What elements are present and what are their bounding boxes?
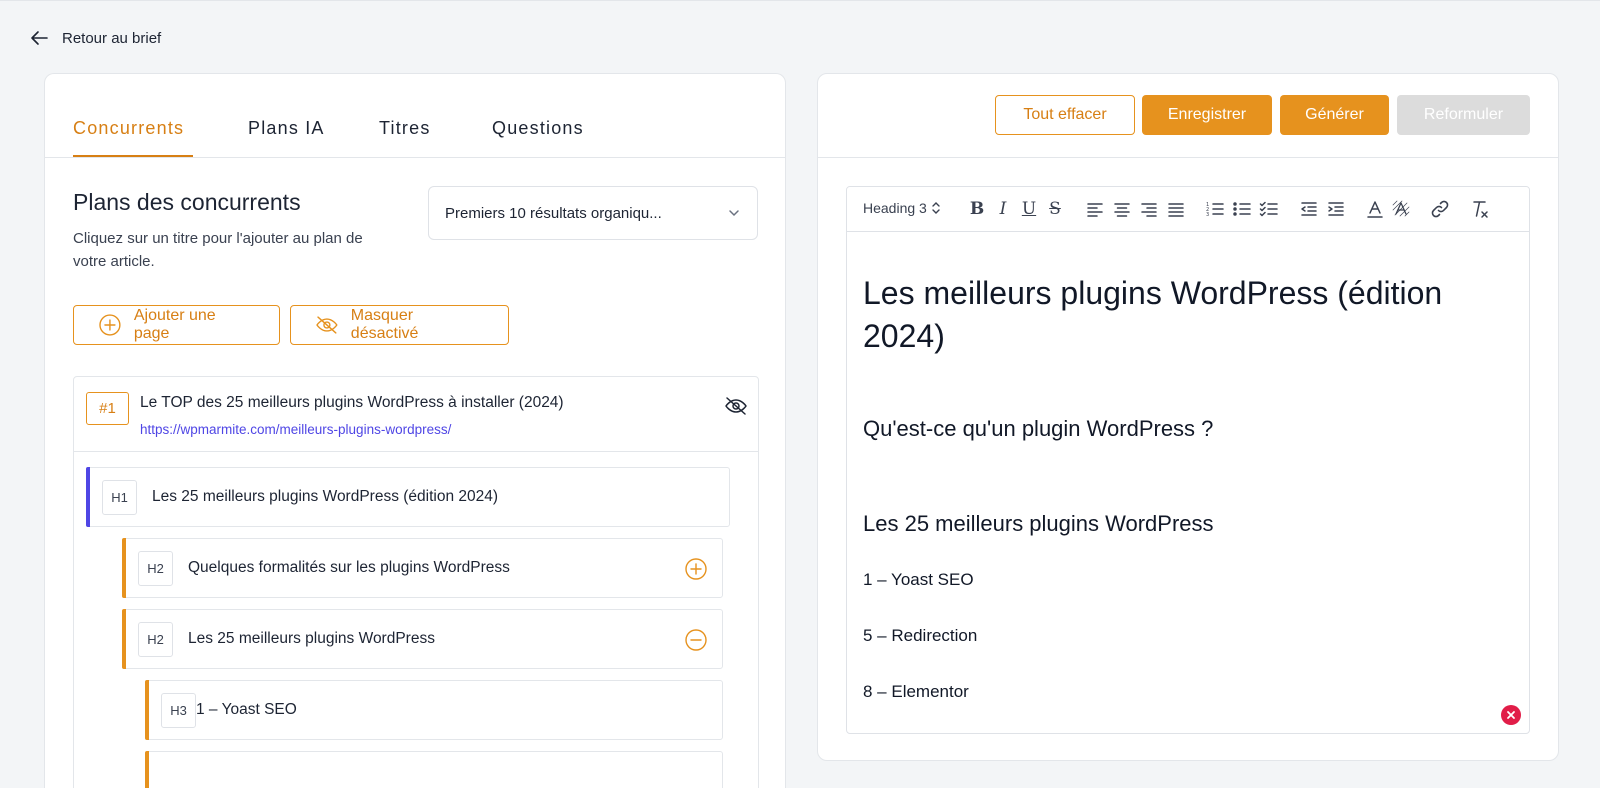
heading-level-badge: H2 (138, 551, 173, 586)
editor-panel: Tout effacer Enregistrer Générer Reformu… (817, 73, 1559, 761)
rank-badge: #1 (86, 392, 129, 425)
level-bar (145, 751, 149, 788)
doc-heading-1[interactable]: Les meilleurs plugins WordPress (édition… (863, 272, 1503, 358)
chevron-down-icon (729, 210, 739, 217)
plus-circle-icon (99, 314, 121, 336)
section-title: Plans des concurrents (73, 189, 301, 215)
close-icon[interactable] (1501, 705, 1521, 725)
updown-chevron-icon (932, 202, 940, 214)
eye-off-icon (316, 316, 338, 334)
tab-titres[interactable]: Titres (379, 118, 431, 139)
align-right-icon[interactable] (1138, 198, 1160, 220)
align-justify-icon[interactable] (1165, 198, 1187, 220)
heading-level-badge: H2 (138, 622, 173, 657)
level-bar (145, 680, 149, 740)
doc-paragraph[interactable]: 8 – Elementor (863, 682, 969, 702)
link-icon[interactable] (1429, 198, 1451, 220)
add-page-button[interactable]: Ajouter une page (73, 305, 280, 345)
add-page-label: Ajouter une page (133, 307, 216, 342)
hide-disabled-label: Masquer désactivé (350, 307, 419, 342)
italic-icon[interactable]: I (992, 198, 1014, 220)
strikethrough-icon[interactable]: S (1044, 198, 1066, 220)
plus-circle-icon[interactable] (684, 557, 708, 581)
indent-icon[interactable] (1325, 198, 1347, 220)
competitor-url-link[interactable]: https://wpmarmite.com/meilleurs-plugins-… (140, 422, 451, 437)
save-button[interactable]: Enregistrer (1142, 95, 1272, 135)
competitor-title[interactable]: Le TOP des 25 meilleurs plugins WordPres… (140, 394, 564, 412)
heading-text: Quelques formalités sur les plugins Word… (188, 559, 510, 576)
highlight-color-icon[interactable] (1390, 198, 1412, 220)
tab-bar: Concurrents Plans IA Titres Questions (45, 74, 785, 158)
doc-paragraph[interactable]: 5 – Redirection (863, 626, 977, 646)
outdent-icon[interactable] (1298, 198, 1320, 220)
bullet-list-icon[interactable] (1231, 198, 1253, 220)
text-color-icon[interactable] (1364, 198, 1386, 220)
heading-level-select[interactable]: Heading 3 (863, 200, 941, 216)
back-to-brief-link[interactable]: Retour au brief (30, 28, 161, 48)
hide-disabled-button[interactable]: Masquer désactivé (290, 305, 509, 345)
heading-row-h1[interactable]: H1 Les 25 meilleurs plugins WordPress (é… (86, 467, 730, 527)
tab-questions[interactable]: Questions (492, 118, 584, 139)
heading-select-value: Heading 3 (863, 200, 927, 216)
active-tab-indicator (73, 155, 193, 157)
heading-text: 1 – Yoast SEO (196, 701, 297, 718)
heading-row-h2[interactable]: H2 Les 25 meilleurs plugins WordPress (122, 609, 723, 669)
tab-concurrents[interactable]: Concurrents (73, 118, 184, 139)
rich-text-editor[interactable]: Heading 3 B I U S 123 Les meilleurs plug… (846, 186, 1530, 734)
clear-all-button[interactable]: Tout effacer (995, 95, 1135, 135)
competitor-card: #1 Le TOP des 25 meilleurs plugins WordP… (73, 376, 759, 788)
doc-heading-2[interactable]: Les 25 meilleurs plugins WordPress (863, 511, 1214, 537)
heading-level-badge: H1 (102, 480, 137, 515)
minus-circle-icon[interactable] (684, 628, 708, 652)
doc-heading-2[interactable]: Qu'est-ce qu'un plugin WordPress ? (863, 416, 1213, 442)
svg-text:3: 3 (1206, 212, 1209, 218)
clear-format-icon[interactable] (1469, 198, 1491, 220)
checklist-icon[interactable] (1258, 198, 1280, 220)
heading-row-h2[interactable]: H2 Quelques formalités sur les plugins W… (122, 538, 723, 598)
heading-row-partial[interactable] (145, 751, 723, 788)
heading-level-badge: H3 (161, 693, 196, 728)
rephrase-button[interactable]: Reformuler (1397, 95, 1530, 135)
doc-paragraph[interactable]: 1 – Yoast SEO (863, 570, 974, 590)
generate-button[interactable]: Générer (1280, 95, 1389, 135)
arrow-left-icon (31, 31, 48, 45)
top-bar: Retour au brief (0, 0, 1600, 72)
results-select-value: Premiers 10 résultats organiqu... (445, 204, 662, 222)
align-center-icon[interactable] (1111, 198, 1133, 220)
level-bar (122, 609, 126, 669)
section-description: Cliquez sur un titre pour l'ajouter au p… (73, 230, 363, 270)
level-bar (122, 538, 126, 598)
competitors-panel: Concurrents Plans IA Titres Questions Pl… (44, 73, 786, 788)
align-left-icon[interactable] (1084, 198, 1106, 220)
tab-plans-ia[interactable]: Plans IA (248, 118, 325, 139)
level-bar (86, 467, 90, 527)
bold-icon[interactable]: B (966, 198, 988, 220)
underline-icon[interactable]: U (1018, 198, 1040, 220)
ordered-list-icon[interactable]: 123 (1204, 198, 1226, 220)
eye-off-icon[interactable] (724, 394, 748, 418)
heading-text: Les 25 meilleurs plugins WordPress (188, 630, 435, 647)
competitor-card-header: #1 Le TOP des 25 meilleurs plugins WordP… (74, 377, 758, 452)
back-link-label: Retour au brief (62, 29, 162, 47)
editor-toolbar: Heading 3 B I U S 123 (847, 187, 1529, 232)
heading-row-h3[interactable]: H3 1 – Yoast SEO (145, 680, 723, 740)
editor-actions: Tout effacer Enregistrer Générer Reformu… (818, 74, 1558, 158)
heading-text: Les 25 meilleurs plugins WordPress (édit… (152, 488, 499, 505)
results-select[interactable]: Premiers 10 résultats organiqu... (428, 186, 758, 240)
